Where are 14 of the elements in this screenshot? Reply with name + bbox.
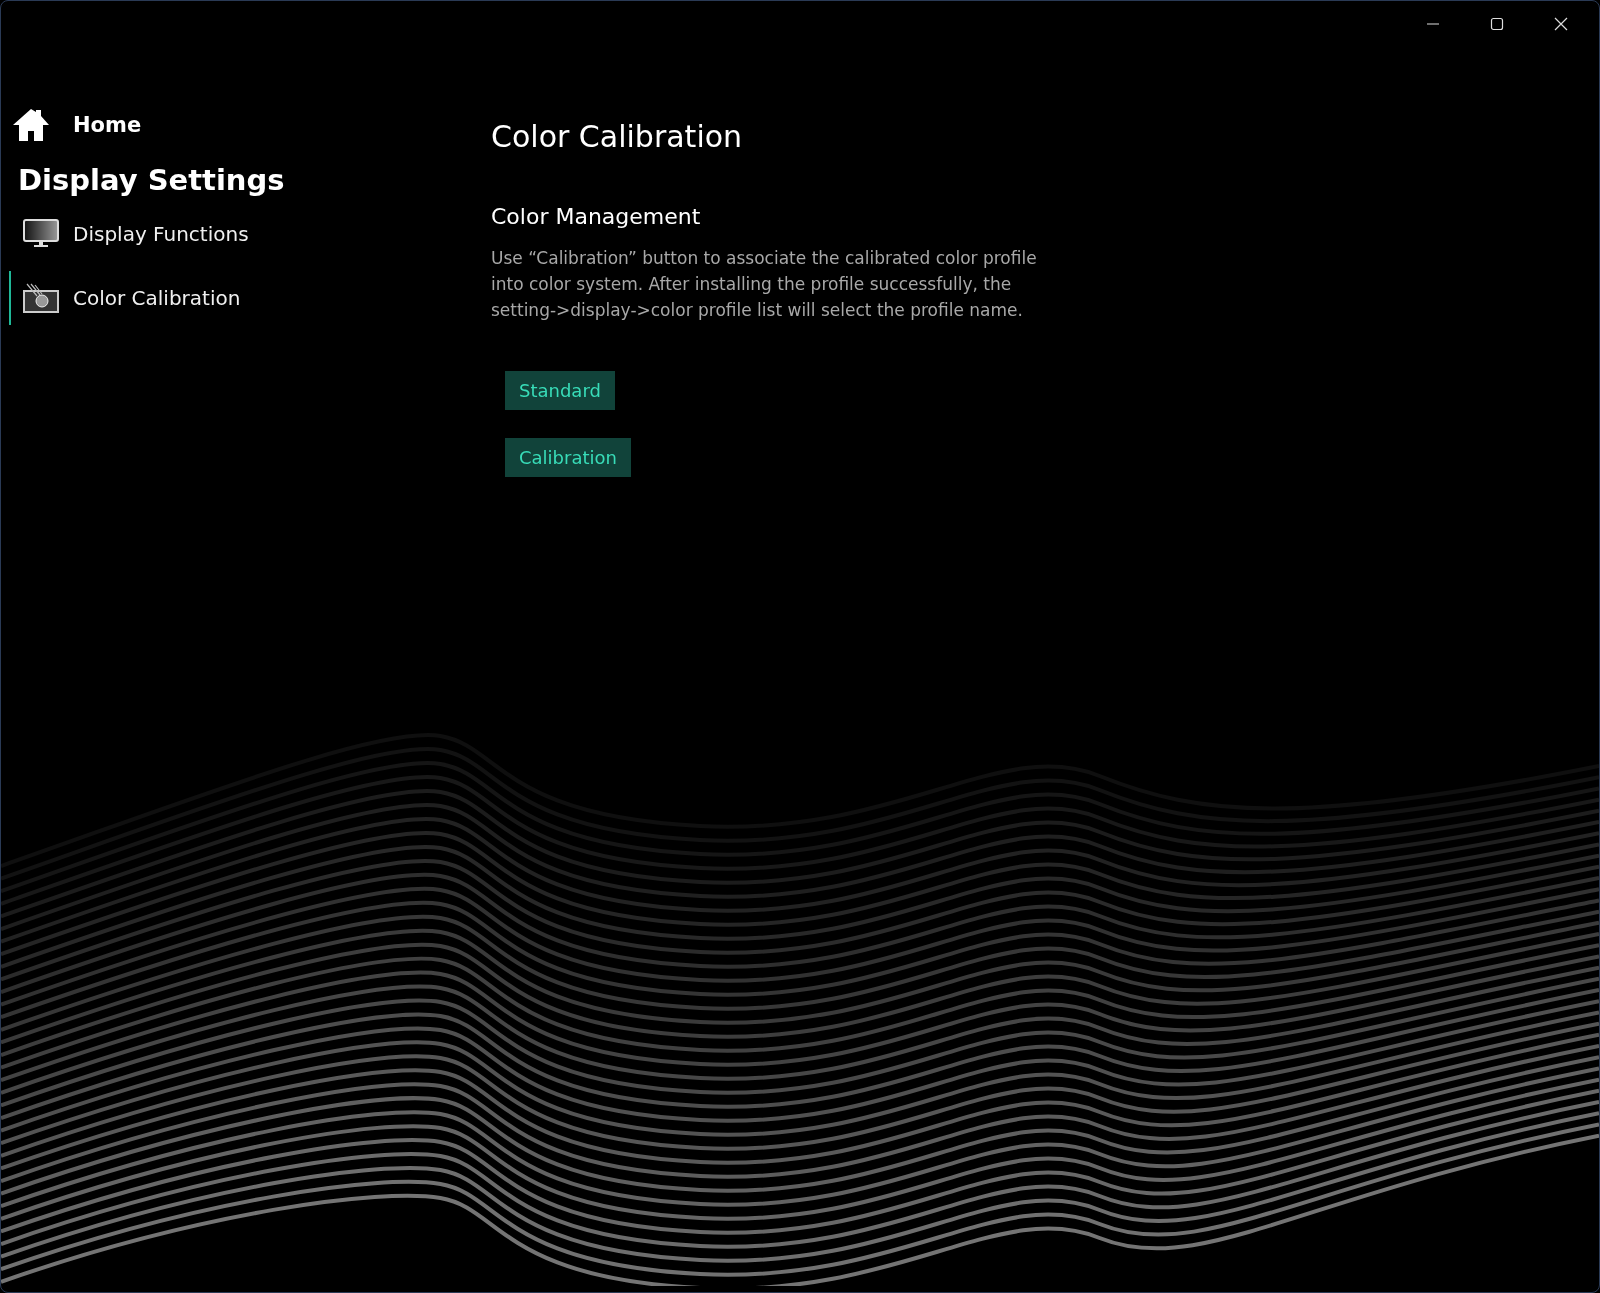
sidebar-item[interactable]: Color Calibration bbox=[9, 271, 323, 325]
calibration-icon bbox=[23, 283, 59, 313]
action-button[interactable]: Calibration bbox=[505, 438, 631, 477]
section-title: Color Management bbox=[491, 204, 702, 229]
sidebar-item[interactable]: Display Functions bbox=[9, 207, 323, 261]
sidebar-title: Display Settings bbox=[17, 162, 286, 197]
home-link[interactable]: Home bbox=[73, 113, 142, 137]
description-text: Use “Calibration” button to associate the calibrated color profile into color system. After installing the profile successfully, the setting->display->color profile list will select the profile name. bbox=[491, 247, 1038, 322]
action-button[interactable]: Standard bbox=[505, 371, 615, 410]
page-title: Color Calibration bbox=[491, 119, 744, 154]
monitor-icon bbox=[23, 219, 59, 249]
close-icon bbox=[1554, 17, 1568, 31]
maximize-icon bbox=[1490, 17, 1504, 31]
home-icon[interactable] bbox=[11, 107, 51, 143]
